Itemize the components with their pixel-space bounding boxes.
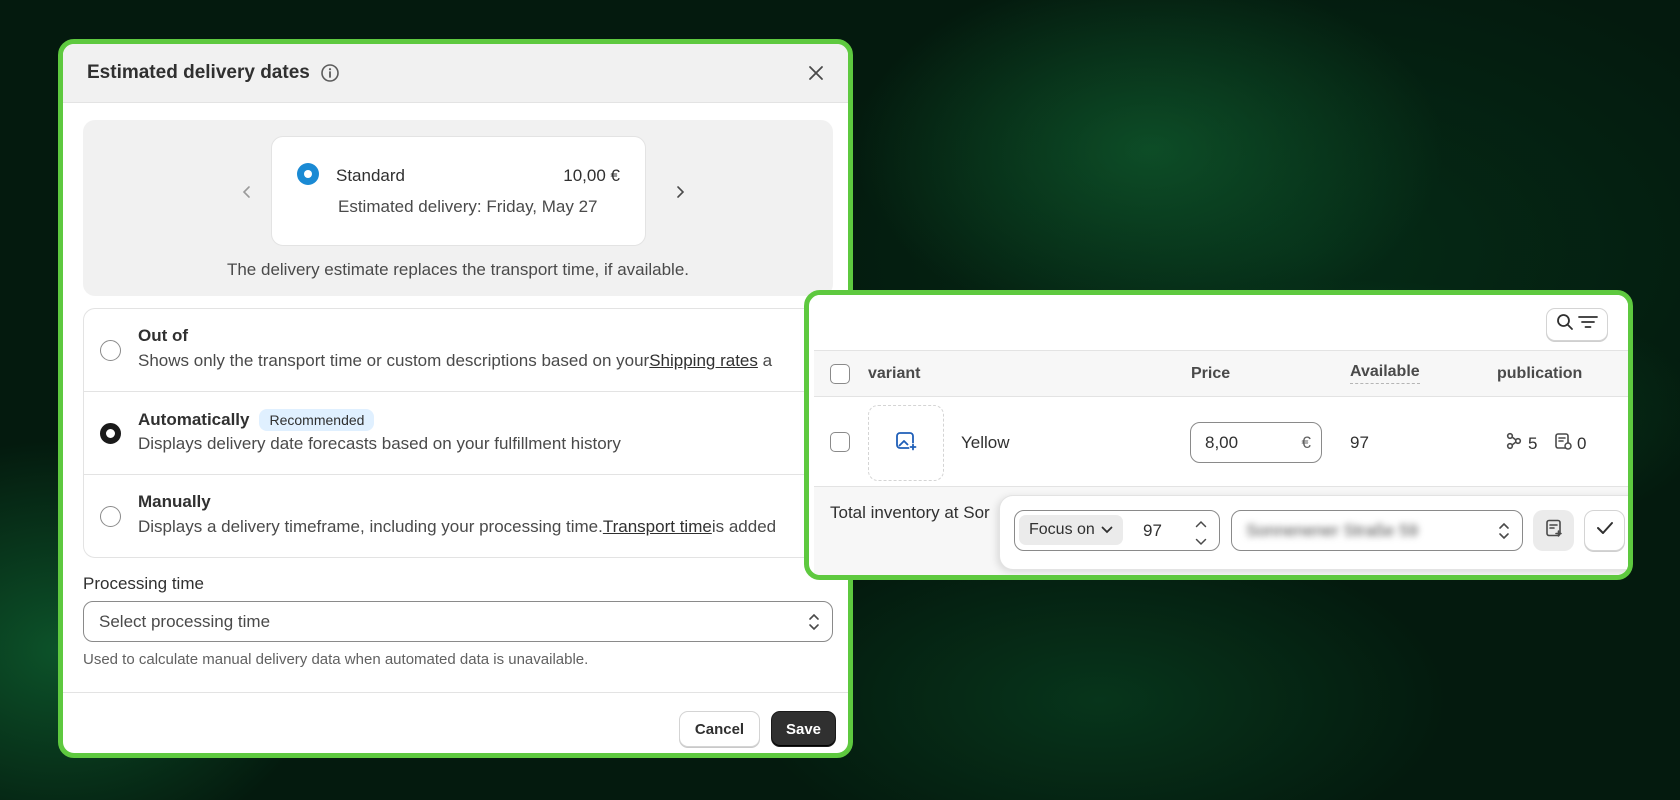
option-manually[interactable]: Manually Displays a delivery timeframe, …: [84, 475, 843, 557]
option-description: Displays delivery date forecasts based o…: [138, 434, 621, 453]
option-title: Out of: [138, 326, 189, 345]
confirm-button[interactable]: [1584, 510, 1625, 551]
focus-on-select[interactable]: Focus on: [1019, 515, 1123, 545]
select-all-checkbox[interactable]: [830, 364, 850, 384]
column-publication[interactable]: publication: [1497, 365, 1582, 383]
select-chevrons-icon: [1498, 521, 1510, 546]
focus-on-label: Focus on: [1029, 521, 1095, 538]
option-title-text: Automatically: [138, 410, 250, 429]
delivery-method-options: Out of Shows only the transport time or …: [83, 308, 843, 558]
location-value: Sonnenener Straße 59: [1246, 521, 1419, 540]
cancel-button[interactable]: Cancel: [679, 711, 760, 747]
save-button[interactable]: Save: [771, 711, 836, 747]
modal-title: Estimated delivery dates: [87, 62, 310, 83]
channels-count[interactable]: 5: [1505, 432, 1537, 455]
transport-time-link[interactable]: Transport time: [603, 517, 712, 536]
table-row[interactable]: Yellow 8,00 € 97 5 0: [814, 397, 1628, 487]
option-desc-text: Shows only the transport time or custom …: [138, 351, 650, 370]
search-filter-button[interactable]: [1546, 308, 1608, 341]
quantity-stepper[interactable]: [1191, 515, 1211, 547]
processing-time-select[interactable]: Select processing time: [83, 601, 833, 642]
search-icon: [1556, 313, 1574, 336]
chevron-down-icon: [1101, 521, 1113, 539]
add-image-icon: [895, 430, 917, 457]
option-out-of[interactable]: Out of Shows only the transport time or …: [84, 309, 843, 392]
catalogs-count[interactable]: 0: [1554, 432, 1586, 455]
note-icon: [1544, 518, 1564, 543]
row-checkbox[interactable]: [830, 432, 850, 452]
radio-out-of[interactable]: [100, 340, 121, 361]
option-automatically[interactable]: Automatically Recommended Displays delive…: [84, 392, 843, 475]
column-variant[interactable]: variant: [868, 365, 920, 383]
location-select[interactable]: Sonnenener Straße 59: [1231, 510, 1523, 551]
price-value: 8,00: [1205, 433, 1239, 452]
option-desc-text: Displays a delivery timeframe, including…: [138, 517, 603, 536]
currency-symbol: €: [1301, 433, 1311, 452]
option-description: Displays a delivery timeframe, including…: [138, 517, 776, 537]
sales-channels-icon: [1505, 432, 1523, 455]
focus-quantity-group: Focus on 97: [1014, 510, 1220, 551]
estimated-delivery-text: Estimated delivery: Friday, May 27: [338, 197, 598, 216]
option-description: Shows only the transport time or custom …: [138, 351, 772, 371]
processing-time-label: Processing time: [83, 574, 204, 593]
radio-automatically[interactable]: [100, 423, 121, 444]
price-input[interactable]: 8,00 €: [1190, 422, 1322, 463]
rate-price: 10,00 €: [563, 166, 620, 185]
quantity-value[interactable]: 97: [1143, 521, 1162, 541]
shipping-rate-card: Standard 10,00 € Estimated delivery: Fri…: [271, 136, 646, 246]
modal-header: Estimated delivery dates: [63, 44, 848, 103]
column-available[interactable]: Available: [1350, 363, 1420, 384]
add-note-button[interactable]: [1533, 510, 1574, 551]
channels-value: 5: [1528, 433, 1538, 453]
variant-name: Yellow: [961, 433, 1010, 452]
variants-table-card: variant Price Available publication Yell…: [804, 290, 1633, 580]
inventory-focus-bar: Focus on 97 Sonnenener Straße 59: [999, 495, 1628, 570]
option-title: Manually: [138, 492, 211, 511]
column-price[interactable]: Price: [1191, 365, 1230, 383]
catalog-icon: [1554, 432, 1572, 455]
checkmark-icon: [1596, 521, 1614, 540]
step-up-icon[interactable]: [1195, 515, 1207, 533]
option-desc-tail: a: [757, 351, 773, 370]
table-toolbar: [814, 295, 1628, 351]
shipping-rates-link[interactable]: Shipping rates: [649, 351, 758, 370]
delivery-dates-modal: Estimated delivery dates Standard 10,00 …: [58, 39, 853, 758]
add-image-placeholder[interactable]: [868, 405, 944, 481]
filter-icon: [1578, 314, 1598, 335]
chevron-left-icon[interactable]: [237, 182, 257, 202]
total-inventory-text: Total inventory at Sor: [830, 503, 990, 522]
option-desc-tail: is added: [711, 517, 777, 536]
rate-radio-selected: [297, 163, 319, 185]
recommended-badge: Recommended: [259, 409, 375, 431]
chevron-right-icon[interactable]: [670, 182, 690, 202]
catalogs-value: 0: [1577, 433, 1587, 453]
table-body: variant Price Available publication Yell…: [814, 295, 1628, 575]
preview-note: The delivery estimate replaces the trans…: [226, 260, 690, 279]
info-icon[interactable]: [320, 63, 340, 83]
close-icon[interactable]: [804, 61, 828, 85]
option-title: Automatically Recommended: [138, 409, 375, 431]
step-down-icon[interactable]: [1195, 533, 1207, 551]
processing-time-help: Used to calculate manual delivery data w…: [83, 651, 589, 668]
available-count: 97: [1350, 433, 1369, 452]
radio-manually[interactable]: [100, 506, 121, 527]
delivery-preview: Standard 10,00 € Estimated delivery: Fri…: [83, 120, 833, 296]
select-chevrons-icon: [808, 612, 820, 637]
processing-time-placeholder: Select processing time: [99, 611, 271, 631]
footer-divider: [63, 692, 848, 693]
rate-name: Standard: [336, 166, 405, 185]
table-header: variant Price Available publication: [814, 351, 1628, 397]
